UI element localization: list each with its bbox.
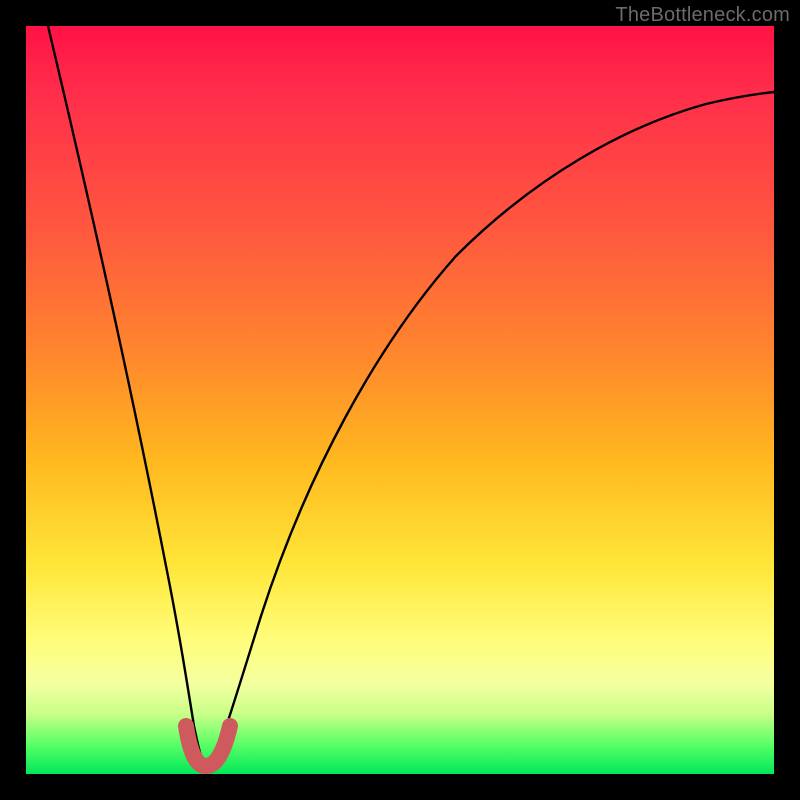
watermark-text: TheBottleneck.com xyxy=(615,4,790,27)
plot-area xyxy=(26,26,774,774)
curve-layer xyxy=(26,26,774,774)
bottleneck-curve xyxy=(48,26,774,764)
optimal-band xyxy=(186,726,230,766)
chart-frame: TheBottleneck.com xyxy=(0,0,800,800)
